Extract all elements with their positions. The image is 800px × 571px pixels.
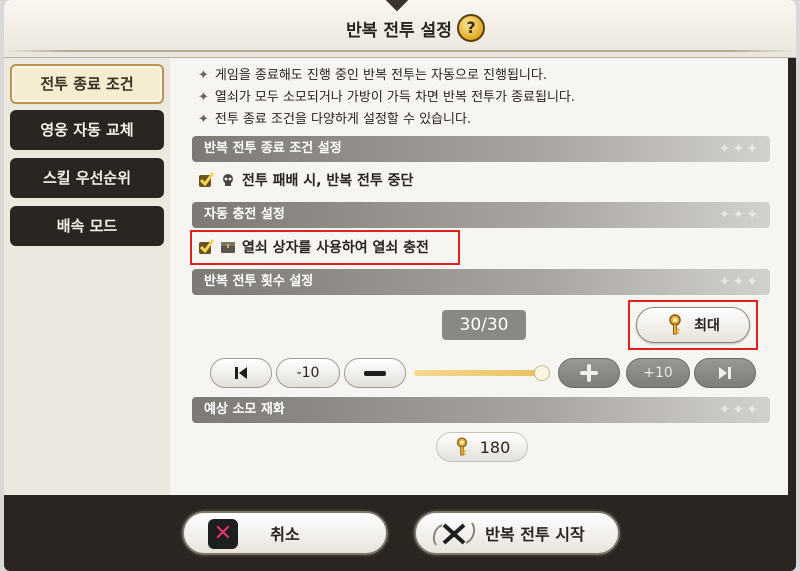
cancel-button[interactable]: ✕ 취소 <box>182 511 388 555</box>
max-button[interactable]: 최대 <box>636 307 750 343</box>
sparkle-icon: ✦✦✦ <box>718 141 760 157</box>
repeat-battle-dialog: 반복 전투 설정 ? 전투 종료 조건 영웅 자동 교체 스킬 우선순위 배속 … <box>4 0 796 571</box>
expected-cost-display: 180 <box>436 432 528 462</box>
min-button[interactable] <box>210 358 272 388</box>
sparkle-icon: ✦✦✦ <box>718 207 760 223</box>
info-text: 전투 종료 조건을 다양하게 설정할 수 있습니다. <box>214 112 472 127</box>
checkbox-checked-icon[interactable] <box>198 239 215 255</box>
header-divider <box>4 50 796 52</box>
tab-battle-end-condition[interactable]: 전투 종료 조건 <box>10 64 164 104</box>
main-panel: ✦ 게임을 종료해도 진행 중인 반복 전투는 자동으로 진행됩니다. ✦ 열쇠가 … <box>170 58 788 495</box>
plus-icon <box>580 364 598 382</box>
max-button-label: 최대 <box>694 318 720 334</box>
expected-cost-value: 180 <box>479 437 511 457</box>
sparkle-icon: ✦✦✦ <box>718 274 760 290</box>
skull-icon <box>220 172 236 188</box>
info-text: 열쇠가 모두 소모되거나 가방이 가득 차면 반복 전투가 종료됩니다. <box>214 90 576 105</box>
info-text: 게임을 종료해도 진행 중인 반복 전투는 자동으로 진행됩니다. <box>214 68 547 83</box>
checkbox-checked-icon[interactable] <box>198 172 215 188</box>
sparkle-icon: ✦✦✦ <box>718 402 760 418</box>
bullet-icon: ✦ <box>198 112 209 127</box>
option-key-box-charge[interactable]: 열쇠 상자를 사용하여 열쇠 충전 <box>198 237 429 257</box>
close-icon: ✕ <box>208 519 238 549</box>
key-icon <box>666 314 684 336</box>
bullet-icon: ✦ <box>198 68 209 83</box>
section-repeat-count: 반복 전투 횟수 설정 ✦✦✦ <box>192 269 770 295</box>
section-title: 반복 전투 횟수 설정 <box>204 274 314 289</box>
minus-10-button[interactable]: -10 <box>276 358 340 388</box>
section-title: 반복 전투 종료 조건 설정 <box>204 141 342 156</box>
increment-button[interactable] <box>558 358 620 388</box>
decrement-button[interactable] <box>344 358 406 388</box>
tab-speed-mode[interactable]: 배속 모드 <box>10 206 164 246</box>
option-label: 전투 패배 시, 반복 전투 중단 <box>242 173 414 189</box>
bullet-icon: ✦ <box>198 90 209 105</box>
skip-to-end-icon <box>717 365 733 381</box>
tab-hero-auto-swap[interactable]: 영웅 자동 교체 <box>10 110 164 150</box>
section-title: 예상 소모 재화 <box>204 402 285 417</box>
info-line-3: ✦ 전투 종료 조건을 다양하게 설정할 수 있습니다. <box>198 108 471 127</box>
info-line-1: ✦ 게임을 종료해도 진행 중인 반복 전투는 자동으로 진행됩니다. <box>198 64 547 83</box>
max-step-button[interactable] <box>694 358 756 388</box>
section-auto-charge: 자동 충전 설정 ✦✦✦ <box>192 202 770 228</box>
plus-10-button[interactable]: +10 <box>626 358 690 388</box>
sidebar: 전투 종료 조건 영웅 자동 교체 스킬 우선순위 배속 모드 <box>4 58 170 495</box>
section-expected-cost: 예상 소모 재화 ✦✦✦ <box>192 397 770 423</box>
slider-handle[interactable] <box>534 365 550 381</box>
frame-strip <box>788 58 796 495</box>
skip-to-start-icon <box>233 365 249 381</box>
option-label: 열쇠 상자를 사용하여 열쇠 충전 <box>242 240 429 256</box>
start-repeat-battle-button[interactable]: 반복 전투 시작 <box>414 511 620 555</box>
key-icon <box>454 437 470 457</box>
start-button-label: 반복 전투 시작 <box>485 525 585 544</box>
crossed-swords-icon <box>432 519 476 549</box>
option-stop-on-defeat[interactable]: 전투 패배 시, 반복 전투 중단 <box>198 170 413 190</box>
help-button[interactable]: ? <box>457 14 485 42</box>
section-title: 자동 충전 설정 <box>204 207 285 222</box>
repeat-count-display: 30/30 <box>442 310 526 340</box>
header-ornament-icon <box>385 0 409 12</box>
tab-skill-priority[interactable]: 스킬 우선순위 <box>10 158 164 198</box>
cancel-button-label: 취소 <box>270 525 300 544</box>
key-box-icon <box>220 239 236 255</box>
info-line-2: ✦ 열쇠가 모두 소모되거나 가방이 가득 차면 반복 전투가 종료됩니다. <box>198 86 575 105</box>
section-end-condition: 반복 전투 종료 조건 설정 ✦✦✦ <box>192 136 770 162</box>
minus-icon <box>364 370 386 376</box>
repeat-count-slider[interactable] <box>414 370 544 376</box>
dialog-header: 반복 전투 설정 ? <box>4 0 796 58</box>
